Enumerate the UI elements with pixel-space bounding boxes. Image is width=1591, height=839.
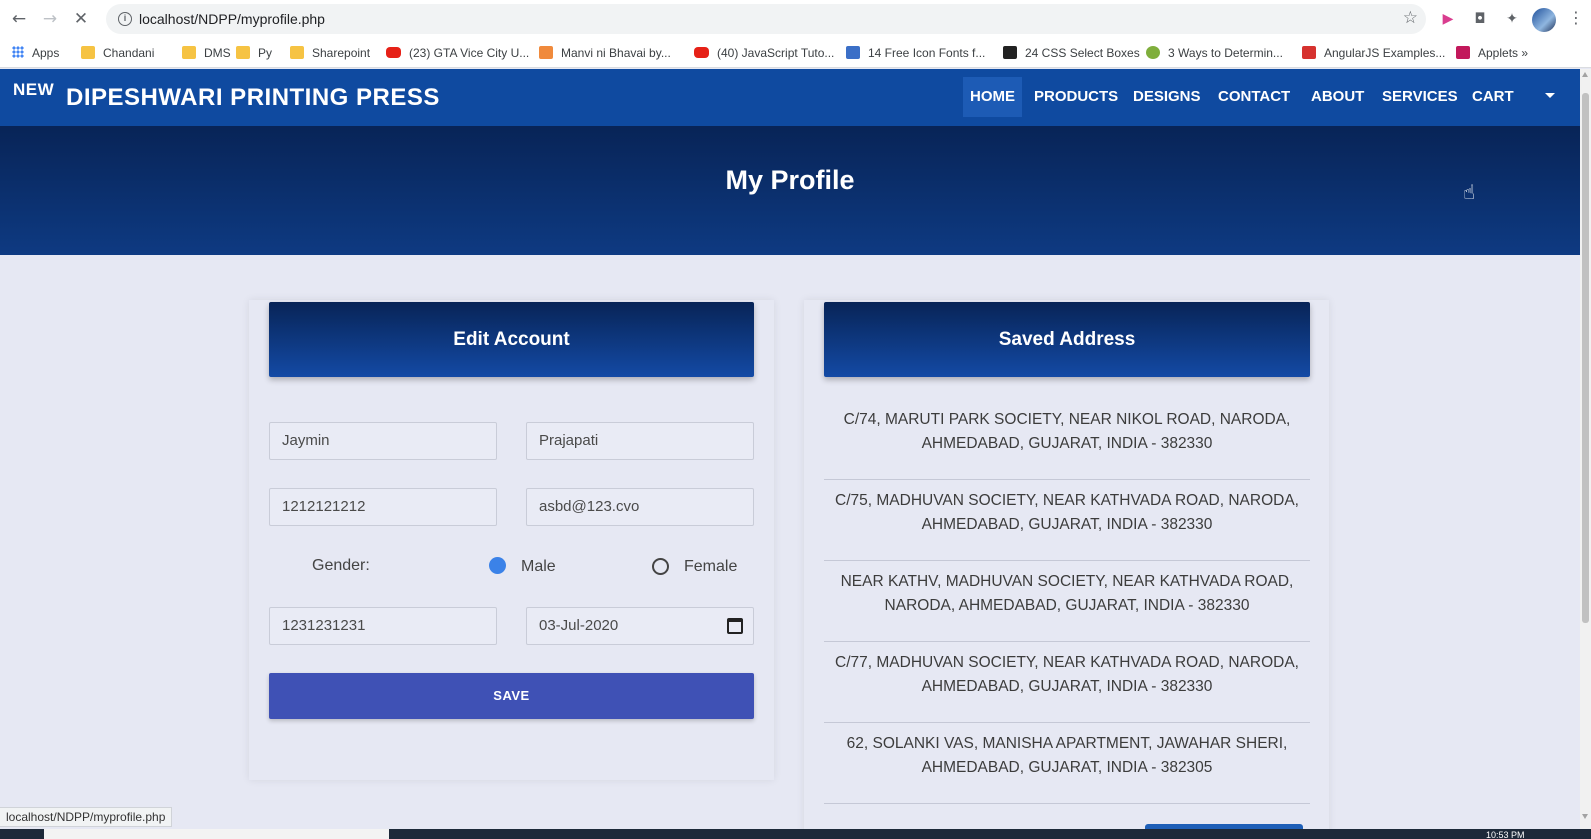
bookmark-manvi[interactable]: Manvi ni Bhavai by...: [539, 43, 671, 63]
folder-icon: [81, 46, 95, 59]
folder-icon: [290, 46, 304, 59]
nav-services[interactable]: SERVICES: [1375, 77, 1465, 117]
dropdown-caret-icon[interactable]: [1545, 93, 1555, 98]
folder-icon: [182, 46, 196, 59]
bookmark-label: 24 CSS Select Boxes: [1025, 46, 1140, 60]
bookmark-py[interactable]: Py: [236, 43, 272, 63]
taskbar-clock: 10:53 PM: [1486, 830, 1525, 839]
bookmark-applets[interactable]: Applets »: [1456, 43, 1528, 63]
bookmark-label: 3 Ways to Determin...: [1168, 46, 1283, 60]
status-url: localhost/NDPP/myprofile.php: [0, 807, 173, 827]
site-icon: [1302, 46, 1316, 59]
nav-home[interactable]: HOME: [963, 77, 1022, 117]
male-radio[interactable]: [489, 557, 506, 574]
nav-designs[interactable]: DESIGNS: [1126, 77, 1208, 117]
site-icon: [1146, 46, 1160, 59]
bookmark-label: Applets: [1478, 46, 1519, 60]
dob-value: 03-Jul-2020: [539, 617, 619, 634]
bookmark-label: Sharepoint: [312, 46, 371, 60]
male-radio-label[interactable]: Male: [521, 558, 556, 576]
site-navbar: NEW DIPESHWARI PRINTING PRESS HOME PRODU…: [0, 69, 1580, 126]
dob-field[interactable]: 03-Jul-2020: [526, 607, 754, 645]
brand-name[interactable]: DIPESHWARI PRINTING PRESS: [66, 84, 440, 112]
taskbar-search-box[interactable]: [44, 829, 389, 839]
bookmark-label: Apps: [32, 46, 60, 60]
first-name-field[interactable]: Jaymin: [269, 422, 497, 460]
calendar-icon[interactable]: [727, 618, 743, 634]
email-field[interactable]: asbd@123.cvo: [526, 488, 754, 526]
browser-toolbar: ← → ✕ i localhost/NDPP/myprofile.php ☆ ▶…: [0, 0, 1591, 38]
folder-icon: [236, 46, 250, 59]
gender-label: Gender:: [312, 557, 370, 574]
last-name-field[interactable]: Prajapati: [526, 422, 754, 460]
bookmark-3-ways[interactable]: 3 Ways to Determin...: [1146, 43, 1283, 63]
nav-about[interactable]: ABOUT: [1304, 77, 1371, 117]
nav-products[interactable]: PRODUCTS: [1027, 77, 1125, 117]
bookmark-icon-fonts[interactable]: 14 Free Icon Fonts f...: [846, 43, 985, 63]
bookmark-label: (23) GTA Vice City U...: [409, 46, 530, 60]
fx-icon: [846, 46, 860, 59]
youtube-icon: [386, 47, 401, 58]
address-bar[interactable]: i localhost/NDPP/myprofile.php ☆: [106, 4, 1426, 34]
back-icon[interactable]: ←: [8, 8, 30, 30]
info-icon[interactable]: i: [118, 12, 132, 26]
page-title: My Profile: [725, 165, 855, 195]
address-item[interactable]: C/77, MADHUVAN SOCIETY, NEAR KATHVADA RO…: [824, 643, 1310, 723]
nav-cart[interactable]: CART: [1465, 77, 1521, 117]
female-radio[interactable]: [652, 558, 669, 575]
youtube-icon: [694, 47, 709, 58]
bookmark-js[interactable]: (40) JavaScript Tuto...: [694, 43, 834, 63]
site-icon: [1456, 46, 1470, 59]
nav-contact[interactable]: CONTACT: [1211, 77, 1297, 117]
puzzle-icon[interactable]: ✦: [1502, 9, 1522, 29]
camera-icon[interactable]: ◘: [1470, 9, 1490, 29]
bookmarks-bar: Apps Chandani DMS Py Sharepoint (23) GTA…: [0, 38, 1591, 97]
bookmark-label: AngularJS Examples...: [1324, 46, 1446, 60]
bookmark-apps[interactable]: Apps: [12, 43, 59, 63]
bookmark-dms[interactable]: DMS: [182, 43, 231, 63]
brand-prefix[interactable]: NEW: [13, 80, 54, 100]
scroll-thumb[interactable]: [1582, 93, 1589, 623]
site-icon: [539, 46, 553, 59]
bookmark-label: 14 Free Icon Fonts f...: [868, 46, 986, 60]
forward-icon[interactable]: →: [39, 8, 61, 30]
alt-phone-field[interactable]: 1231231231: [269, 607, 497, 645]
female-radio-label[interactable]: Female: [684, 558, 737, 576]
mouse-cursor-icon: ☝: [1463, 180, 1476, 204]
url-text[interactable]: localhost/NDPP/myprofile.php: [139, 11, 325, 27]
phone-field[interactable]: 1212121212: [269, 488, 497, 526]
profile-avatar[interactable]: [1532, 8, 1556, 32]
f-icon: [1003, 46, 1017, 59]
bookmark-css-select[interactable]: 24 CSS Select Boxes: [1003, 43, 1140, 63]
bookmark-label: (40) JavaScript Tuto...: [717, 46, 835, 60]
bookmark-label: Py: [258, 46, 273, 60]
saved-address-title: Saved Address: [824, 302, 1310, 377]
bookmark-label: Manvi ni Bhavai by...: [561, 46, 671, 60]
address-item[interactable]: C/74, MARUTI PARK SOCIETY, NEAR NIKOL RO…: [824, 400, 1310, 480]
scroll-up-icon[interactable]: [1582, 72, 1588, 77]
bookmark-star-icon[interactable]: ☆: [1403, 8, 1418, 28]
edit-account-title: Edit Account: [269, 302, 754, 377]
address-item[interactable]: C/75, MADHUVAN SOCIETY, NEAR KATHVADA RO…: [824, 481, 1310, 561]
bookmark-sharepoint[interactable]: Sharepoint: [290, 43, 370, 63]
menu-dots-icon[interactable]: ⋮: [1568, 8, 1584, 27]
loading-stop-icon[interactable]: ✕: [70, 8, 92, 30]
bookmark-angularjs[interactable]: AngularJS Examples...: [1302, 43, 1445, 63]
page-scrollbar[interactable]: [1580, 69, 1591, 829]
apps-grid-icon: [12, 46, 24, 58]
bookmark-chandani[interactable]: Chandani: [81, 43, 154, 63]
address-item[interactable]: NEAR KATHV, MADHUVAN SOCIETY, NEAR KATHV…: [824, 562, 1310, 642]
bookmark-label: Chandani: [103, 46, 155, 60]
save-button[interactable]: SAVE: [269, 673, 754, 719]
bookmark-gta[interactable]: (23) GTA Vice City U...: [386, 43, 529, 63]
page-hero: My Profile: [0, 126, 1580, 255]
bookmark-label: DMS: [204, 46, 231, 60]
address-item[interactable]: 62, SOLANKI VAS, MANISHA APARTMENT, JAWA…: [824, 724, 1310, 804]
scroll-down-icon[interactable]: [1582, 814, 1588, 819]
extension-icon[interactable]: ▶: [1438, 9, 1458, 29]
